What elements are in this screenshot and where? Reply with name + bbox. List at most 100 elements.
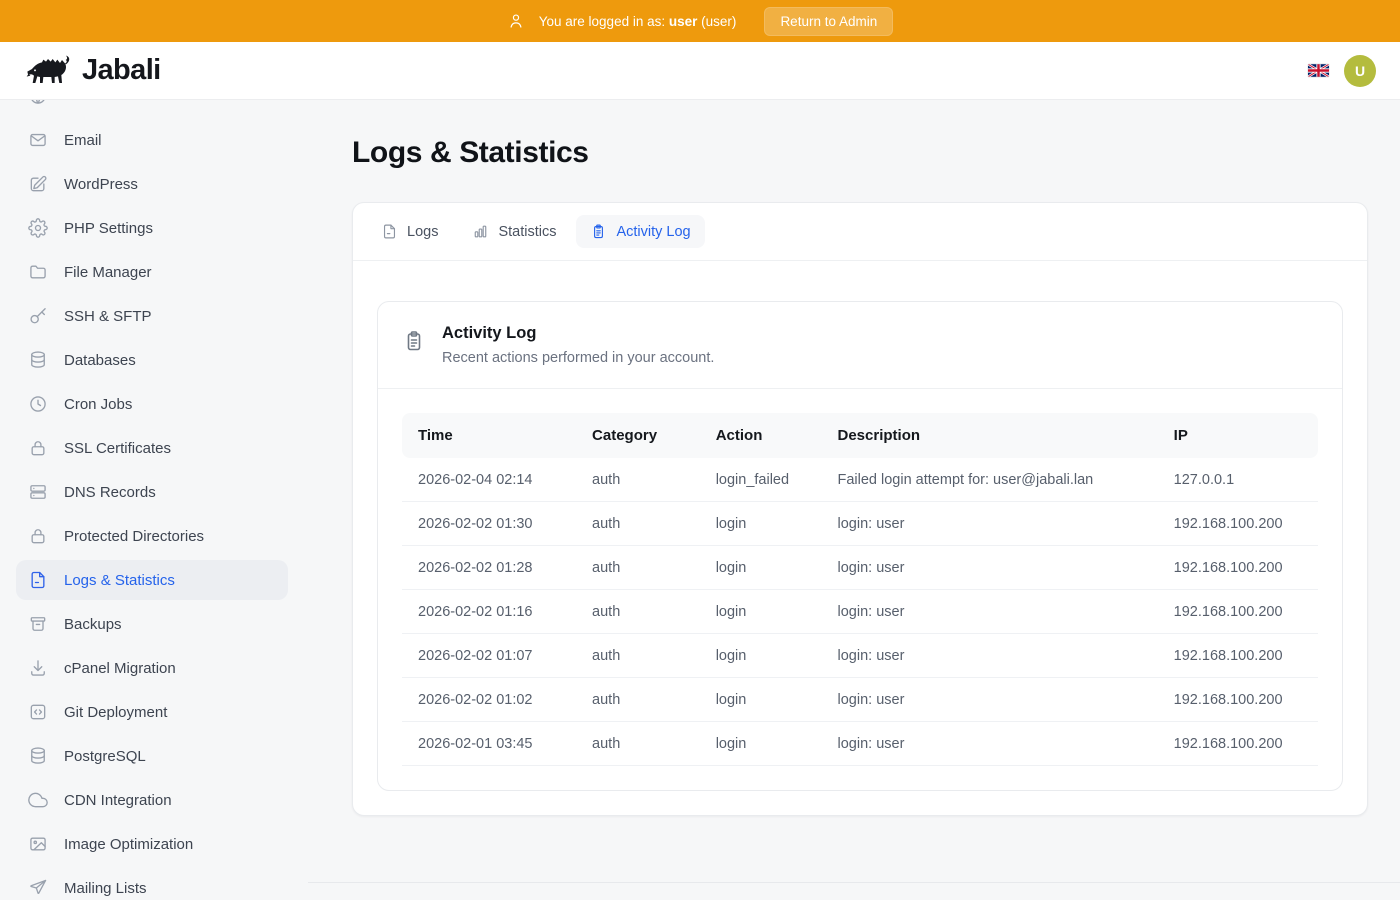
cell-action: login [700,546,822,590]
cell-category: auth [576,722,700,766]
sidebar-item-label: File Manager [64,264,152,281]
return-to-admin-button[interactable]: Return to Admin [764,7,893,36]
cell-action: login [700,634,822,678]
cell-description: Failed login attempt for: user@jabali.la… [822,458,1158,502]
clock-icon [28,394,48,414]
mail-icon [28,130,48,150]
cell-action: login [700,502,822,546]
table-row: 2026-02-02 01:30authloginlogin: user192.… [402,502,1318,546]
sidebar-item-protected-directories[interactable]: Protected Directories [16,516,288,556]
table-row: 2026-02-02 01:02authloginlogin: user192.… [402,678,1318,722]
cell-action: login [700,722,822,766]
server-icon [28,482,48,502]
cell-category: auth [576,678,700,722]
table-row: 2026-02-04 02:14authlogin_failedFailed l… [402,458,1318,502]
sidebar-item-ssh-sftp[interactable]: SSH & SFTP [16,296,288,336]
main-content: Logs & Statistics LogsStatisticsActivity… [304,100,1400,900]
jabali-boar-logo-icon [26,52,74,90]
cell-action: login_failed [700,458,822,502]
clipboard-icon [590,223,607,240]
code-icon [28,702,48,722]
sidebar-item-label: PostgreSQL [64,748,146,765]
sidebar-item-label: SSL Certificates [64,440,171,457]
sidebar-item-label: SSH & SFTP [64,308,152,325]
sidebar-item-postgresql[interactable]: PostgreSQL [16,736,288,776]
sidebar-item-cdn-integration[interactable]: CDN Integration [16,780,288,820]
sidebar-item-label: PHP Settings [64,220,153,237]
table-row: 2026-02-01 03:45authloginlogin: user192.… [402,722,1318,766]
settings-icon [28,218,48,238]
tab-label: Statistics [498,224,556,240]
user-avatar[interactable]: U [1344,55,1376,87]
sidebar-item-wordpress[interactable]: WordPress [16,164,288,204]
cell-description: login: user [822,502,1158,546]
cell-ip: 192.168.100.200 [1158,722,1318,766]
sidebar-item-label: WordPress [64,176,138,193]
app-header: Jabali U [0,42,1400,100]
activity-log-title: Activity Log [442,324,714,343]
sidebar-item-logs-statistics[interactable]: Logs & Statistics [16,560,288,600]
database-icon [28,350,48,370]
send-icon [28,878,48,898]
sidebar-item-label: cPanel Migration [64,660,176,677]
sidebar-item-git-deployment[interactable]: Git Deployment [16,692,288,732]
tab-bar: Logs Statistics Activity Log [353,203,1367,261]
tab-label: Activity Log [616,224,690,240]
globe-icon [28,100,48,106]
cell-category: auth [576,458,700,502]
cloud-icon [28,790,48,810]
sidebar-item-file-manager[interactable]: File Manager [16,252,288,292]
cell-description: login: user [822,546,1158,590]
sidebar-item-label: Logs & Statistics [64,572,175,589]
login-status-username: user [669,14,698,29]
column-header-category: Category [576,413,700,458]
user-icon [507,12,525,30]
cell-time: 2026-02-02 01:16 [402,590,576,634]
cell-category: auth [576,590,700,634]
column-header-action: Action [700,413,822,458]
lock-icon [28,526,48,546]
sidebar-item-backups[interactable]: Backups [16,604,288,644]
cell-time: 2026-02-02 01:30 [402,502,576,546]
cell-category: auth [576,502,700,546]
clipboard-icon [402,329,426,353]
sidebar-item-databases[interactable]: Databases [16,340,288,380]
download-icon [28,658,48,678]
brand[interactable]: Jabali [26,52,161,90]
cell-action: login [700,590,822,634]
language-flag-uk-icon[interactable] [1308,64,1329,77]
edit-icon [28,174,48,194]
login-status-text: You are logged in as: user (user) [539,14,737,29]
cell-ip: 192.168.100.200 [1158,590,1318,634]
sidebar-item-php-settings[interactable]: PHP Settings [16,208,288,248]
logs-statistics-card: LogsStatisticsActivity Log Activity Log … [352,202,1368,816]
sidebar-item-cpanel-migration[interactable]: cPanel Migration [16,648,288,688]
sidebar-item-partial[interactable] [16,100,288,116]
folder-icon [28,262,48,282]
file-text-icon [381,223,398,240]
cell-description: login: user [822,590,1158,634]
sidebar-item-mailing-lists[interactable]: Mailing Lists [16,868,288,900]
impersonation-bar: You are logged in as: user (user) Return… [0,0,1400,42]
sidebar-item-ssl-certificates[interactable]: SSL Certificates [16,428,288,468]
tab-activity-log[interactable]: Activity Log [576,215,704,248]
column-header-description: Description [822,413,1158,458]
cell-ip: 192.168.100.200 [1158,678,1318,722]
archive-icon [28,614,48,634]
activity-log-subtitle: Recent actions performed in your account… [442,350,714,366]
sidebar-item-dns-records[interactable]: DNS Records [16,472,288,512]
sidebar-item-label: Protected Directories [64,528,204,545]
sidebar-item-email[interactable]: Email [16,120,288,160]
login-status-role: (user) [701,14,736,29]
tab-statistics[interactable]: Statistics [458,215,570,248]
sidebar-item-image-optimization[interactable]: Image Optimization [16,824,288,864]
cell-description: login: user [822,722,1158,766]
tab-logs[interactable]: Logs [367,215,452,248]
table-row: 2026-02-02 01:28authloginlogin: user192.… [402,546,1318,590]
sidebar-item-label: Databases [64,352,136,369]
sidebar-item-label: Email [64,132,102,149]
sidebar-item-cron-jobs[interactable]: Cron Jobs [16,384,288,424]
sidebar-item-label: DNS Records [64,484,156,501]
login-status-prefix: You are logged in as: [539,14,665,29]
lock-icon [28,438,48,458]
